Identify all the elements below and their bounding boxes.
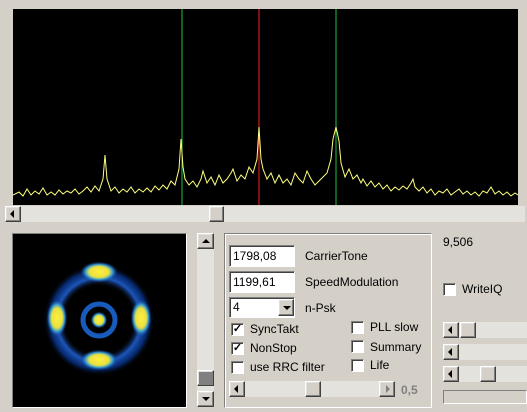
triangle-left-icon <box>234 385 238 393</box>
rrc-filter-label: use RRC filter <box>250 360 325 374</box>
constellation-point-left <box>47 300 67 336</box>
nonstop-label: NonStop <box>250 341 297 355</box>
triangle-down-icon <box>202 397 210 401</box>
triangle-right-icon <box>386 385 390 393</box>
right-slider-3-thumb[interactable] <box>480 366 496 382</box>
summary-label: Summary <box>370 340 422 354</box>
vscroll-down-button[interactable] <box>197 391 214 407</box>
constellation-plot <box>43 262 155 376</box>
speed-modulation-label: SpeedModulation <box>305 275 399 289</box>
status-field <box>443 390 527 404</box>
constellation-point-bottom <box>81 350 117 370</box>
writeiq-label: WriteIQ <box>462 282 503 296</box>
synctakt-checkbox[interactable]: ✓ <box>231 323 244 336</box>
vscroll-up-button[interactable] <box>197 233 214 249</box>
spectrum-scrollbar[interactable] <box>5 206 525 222</box>
spectrum-scroll-thumb[interactable] <box>209 206 224 222</box>
npsk-dropdown-button[interactable] <box>278 299 294 316</box>
triangle-left-icon <box>448 370 452 378</box>
summary-checkbox[interactable] <box>351 340 364 353</box>
vscroll-thumb[interactable] <box>197 370 214 386</box>
right-slider-3-left-button[interactable] <box>443 366 459 382</box>
triangle-left-icon <box>448 326 452 334</box>
life-checkbox[interactable] <box>351 359 364 372</box>
carrier-tone-field[interactable]: 1798,08 <box>229 245 295 267</box>
right-slider-1-left-button[interactable] <box>443 322 459 338</box>
constellation-point-center <box>91 312 107 328</box>
triangle-up-icon <box>202 239 210 243</box>
npsk-value: 4 <box>233 300 240 314</box>
chevron-down-icon <box>283 306 291 310</box>
pll-slow-checkbox[interactable] <box>351 321 364 334</box>
right-slider-2-left-button[interactable] <box>443 344 459 360</box>
spectrum-display <box>12 9 519 205</box>
triangle-left-icon <box>448 348 452 356</box>
spectrum-scroll-left-button[interactable] <box>5 206 21 222</box>
spectrum-trace <box>12 126 519 197</box>
right-slider-1-thumb[interactable] <box>460 322 476 338</box>
pll-slow-label: PLL slow <box>370 320 419 334</box>
filter-slider-left-button[interactable] <box>229 381 245 397</box>
filter-slider-thumb[interactable] <box>305 381 321 397</box>
life-label: Life <box>370 358 390 372</box>
constellation-point-top <box>81 262 117 282</box>
synctakt-label: SyncTakt <box>250 322 299 336</box>
slider-value-label: 0,5 <box>401 383 418 397</box>
triangle-left-icon <box>10 210 14 218</box>
carrier-tone-label: CarrierTone <box>305 249 368 263</box>
speed-modulation-field[interactable]: 1199,61 <box>229 271 295 293</box>
nonstop-checkbox[interactable]: ✓ <box>231 342 244 355</box>
level-readout: 9,506 <box>443 235 474 249</box>
spectrum-plot <box>12 9 519 205</box>
writeiq-checkbox[interactable] <box>443 283 456 296</box>
constellation-display <box>13 234 186 407</box>
filter-slider-right-button[interactable] <box>379 381 395 397</box>
npsk-label: n-Psk <box>305 301 336 315</box>
constellation-point-right <box>131 300 151 336</box>
rrc-filter-checkbox[interactable] <box>231 361 244 374</box>
